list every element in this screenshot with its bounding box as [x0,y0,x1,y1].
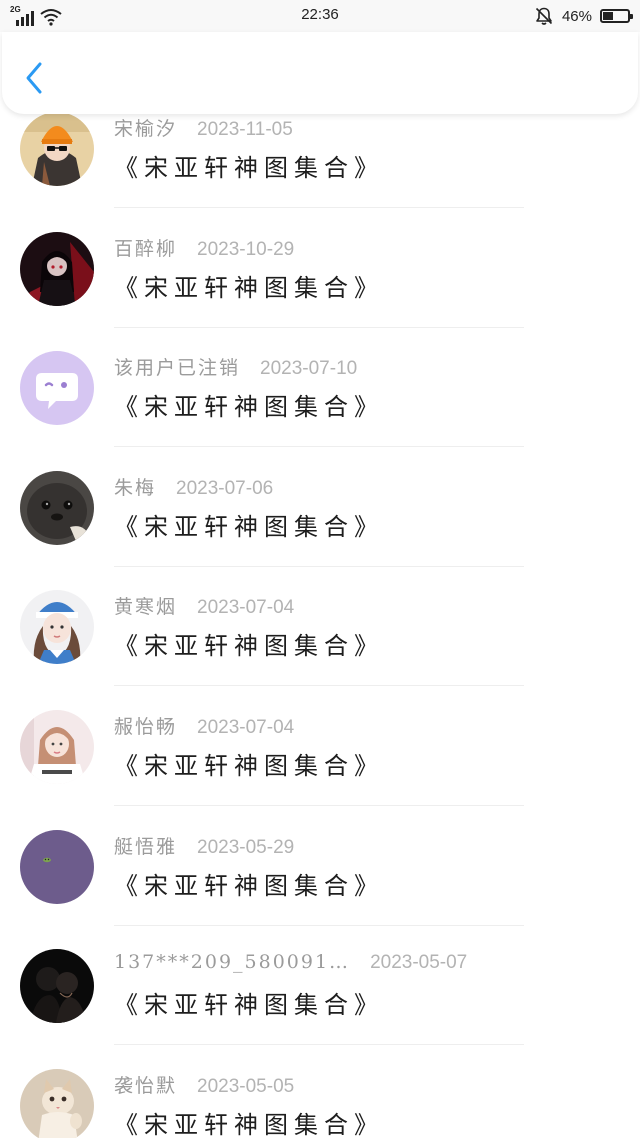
item-date: 2023-07-06 [176,477,274,499]
item-date: 2023-10-29 [197,238,295,260]
screen: 2G 22:36 46% 宋榆汐 2023-11-05 《宋亚轩神图集合》 百醉… [0,0,640,1138]
divider [114,207,524,208]
item-date: 2023-07-04 [197,597,295,619]
item-date: 2023-07-10 [260,358,358,380]
couple-silhouette-avatar[interactable] [20,949,94,1024]
seal-avatar[interactable] [20,470,94,545]
item-title[interactable]: 《宋亚轩神图集合》 [114,866,384,901]
deleted-user-avatar[interactable] [20,351,94,426]
list-item[interactable]: 宋榆汐 2023-11-05 《宋亚轩神图集合》 [0,104,640,224]
battery-fill [603,12,613,20]
chevron-left-icon [26,62,42,94]
item-date: 2023-05-29 [197,836,295,858]
comment-list: 宋榆汐 2023-11-05 《宋亚轩神图集合》 百醉柳 2023-10-29 … [0,104,640,1138]
item-date: 2023-11-05 [197,119,293,140]
status-bar: 2G 22:36 46% [0,0,640,32]
item-meta: 黄寒烟 2023-07-04 [114,592,294,619]
item-meta: 朱梅 2023-07-06 [114,473,273,500]
item-title[interactable]: 《宋亚轩神图集合》 [114,1105,384,1138]
list-item[interactable]: 137***209_580091… 2023-05-07 《宋亚轩神图集合》 [0,941,640,1061]
user-name[interactable]: 袭怡默 [114,1071,177,1098]
divider [114,326,524,328]
list-item[interactable]: 袭怡默 2023-05-05 《宋亚轩神图集合》 [0,1061,640,1138]
item-meta: 艇悟雅 2023-05-29 [114,832,294,859]
battery-icon [600,9,633,23]
user-name[interactable]: 朱梅 [114,473,156,500]
item-title[interactable]: 《宋亚轩神图集合》 [114,626,384,661]
item-date: 2023-07-04 [197,716,295,738]
item-title[interactable]: 《宋亚轩神图集合》 [114,985,384,1020]
girl-portrait-avatar[interactable] [20,709,94,784]
blue-hat-avatar[interactable] [20,590,94,665]
divider [114,685,524,687]
divider [114,565,524,567]
list-item[interactable]: 黄寒烟 2023-07-04 《宋亚轩神图集合》 [0,582,640,702]
bell-muted-icon [535,7,553,25]
orange-beanie-avatar[interactable] [20,112,94,186]
user-name[interactable]: 该用户已注销 [114,353,240,380]
list-item[interactable]: 朱梅 2023-07-06 《宋亚轩神图集合》 [0,463,640,583]
item-title[interactable]: 《宋亚轩神图集合》 [114,387,384,422]
item-date: 2023-05-05 [197,1075,295,1097]
purple-avatar[interactable] [20,829,94,904]
item-title[interactable]: 《宋亚轩神图集合》 [114,746,384,781]
back-button[interactable] [22,60,50,96]
header-bar [2,32,638,114]
item-date: 2023-05-07 [370,952,468,974]
list-item[interactable]: 百醉柳 2023-10-29 《宋亚轩神图集合》 [0,224,640,344]
item-meta: 袭怡默 2023-05-05 [114,1071,294,1098]
item-title[interactable]: 《宋亚轩神图集合》 [114,507,384,542]
user-name[interactable]: 百醉柳 [114,234,177,261]
divider [114,804,524,806]
item-meta: 宋榆汐 2023-11-05 [114,114,293,141]
divider [114,1044,524,1046]
user-name[interactable]: 赧怡畅 [114,712,177,739]
user-name[interactable]: 宋榆汐 [114,114,177,141]
list-item[interactable]: 艇悟雅 2023-05-29 《宋亚轩神图集合》 [0,822,640,942]
status-right: 46% [534,6,633,26]
item-title[interactable]: 《宋亚轩神图集合》 [114,148,384,183]
item-meta: 该用户已注销 2023-07-10 [114,353,357,380]
kitten-avatar[interactable] [20,1068,94,1138]
list-item[interactable]: 赧怡畅 2023-07-04 《宋亚轩神图集合》 [0,702,640,822]
battery-percent: 46% [561,7,592,25]
dark-anime-avatar[interactable] [20,231,94,306]
item-meta: 百醉柳 2023-10-29 [114,234,294,261]
item-title[interactable]: 《宋亚轩神图集合》 [114,268,384,303]
user-name[interactable]: 黄寒烟 [114,592,177,619]
user-name[interactable]: 艇悟雅 [114,832,177,859]
list-item[interactable]: 该用户已注销 2023-07-10 《宋亚轩神图集合》 [0,343,640,463]
divider [114,924,524,926]
divider [114,446,524,448]
item-meta: 赧怡畅 2023-07-04 [114,712,294,739]
item-meta: 137***209_580091… 2023-05-07 [114,951,467,974]
user-name[interactable]: 137***209_580091… [114,951,350,973]
